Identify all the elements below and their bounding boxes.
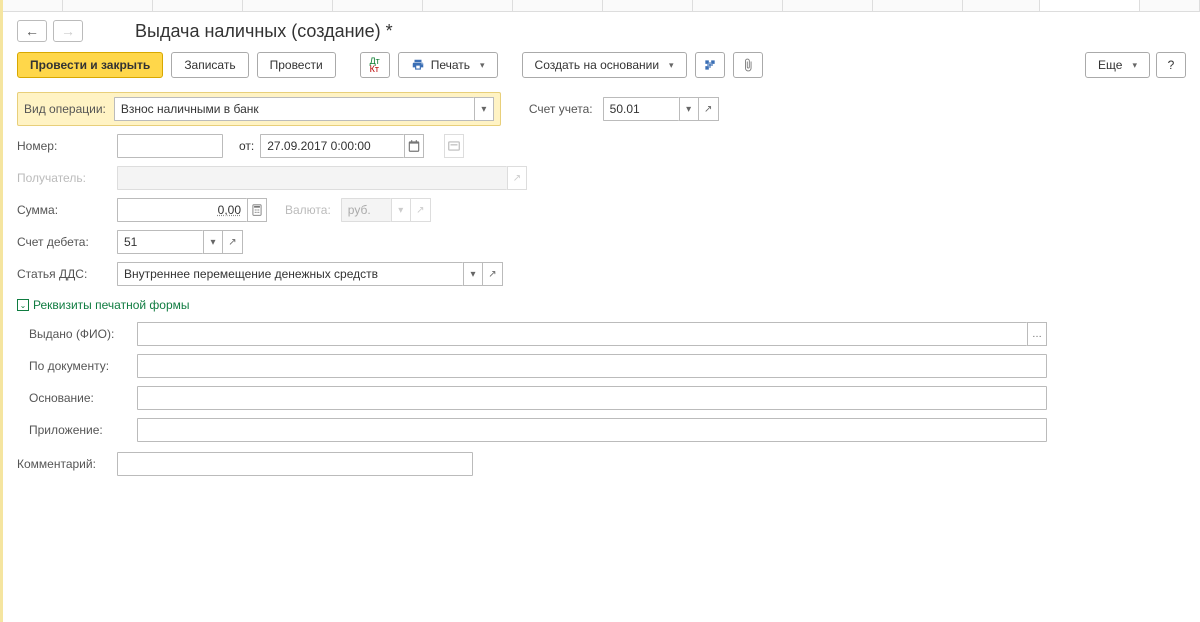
link-icon	[703, 58, 717, 72]
comment-input[interactable]	[117, 452, 473, 476]
sum-calc-button[interactable]	[247, 198, 267, 222]
op-type-dropdown[interactable]: ▾	[474, 97, 494, 121]
comment-label: Комментарий:	[17, 457, 111, 471]
by-document-label: По документу:	[29, 359, 131, 373]
page-title: Выдача наличных (создание) *	[135, 21, 393, 42]
dt-kt-button[interactable]: ДтКт	[360, 52, 390, 78]
printer-icon	[411, 58, 425, 72]
from-label: от:	[239, 139, 254, 153]
paperclip-icon	[741, 58, 755, 72]
currency-input: руб.	[341, 198, 391, 222]
dds-label: Статья ДДС:	[17, 267, 111, 281]
nav-forward-button: →	[53, 20, 83, 42]
nav-back-button[interactable]: ←	[17, 20, 47, 42]
date-picker-button[interactable]	[404, 134, 424, 158]
op-type-label: Вид операции:	[24, 102, 110, 116]
help-button[interactable]: ?	[1156, 52, 1186, 78]
sum-label: Сумма:	[17, 203, 111, 217]
dds-open[interactable]: ↗	[483, 262, 503, 286]
recipient-input	[117, 166, 507, 190]
print-button[interactable]: Печать	[398, 52, 498, 78]
dds-input[interactable]: Внутреннее перемещение денежных средств	[117, 262, 463, 286]
basis-input[interactable]	[137, 386, 1047, 410]
print-requisites-toggle[interactable]: ⌄ Реквизиты печатной формы	[17, 294, 190, 316]
debit-acc-input[interactable]: 51	[117, 230, 203, 254]
basis-label: Основание:	[29, 391, 131, 405]
account-dropdown[interactable]: ▾	[679, 97, 699, 121]
attachment-input[interactable]	[137, 418, 1047, 442]
currency-label: Валюта:	[285, 203, 335, 217]
op-type-input[interactable]: Взнос наличными в банк	[114, 97, 474, 121]
by-document-input[interactable]	[137, 354, 1047, 378]
attach-button[interactable]	[733, 52, 763, 78]
create-based-on-button[interactable]: Создать на основании	[522, 52, 687, 78]
currency-open: ↗	[411, 198, 431, 222]
card-icon	[447, 139, 461, 153]
debit-acc-label: Счет дебета:	[17, 235, 111, 249]
issued-to-input[interactable]	[137, 322, 1027, 346]
date-extra-button[interactable]	[444, 134, 464, 158]
post-and-close-button[interactable]: Провести и закрыть	[17, 52, 163, 78]
sum-input[interactable]: 0,00	[117, 198, 247, 222]
number-label: Номер:	[17, 139, 111, 153]
save-button[interactable]: Записать	[171, 52, 248, 78]
issued-to-label: Выдано (ФИО):	[29, 327, 131, 341]
recipient-label: Получатель:	[17, 171, 111, 185]
debit-acc-open[interactable]: ↗	[223, 230, 243, 254]
recipient-open: ↗	[507, 166, 527, 190]
date-input[interactable]: 27.09.2017 0:00:00	[260, 134, 404, 158]
post-button[interactable]: Провести	[257, 52, 336, 78]
account-label: Счет учета:	[529, 102, 597, 116]
tab-strip	[3, 0, 1200, 12]
chevron-down-icon: ⌄	[17, 299, 29, 311]
dds-dropdown[interactable]: ▾	[463, 262, 483, 286]
calculator-icon	[250, 203, 264, 217]
account-open[interactable]: ↗	[699, 97, 719, 121]
debit-acc-dropdown[interactable]: ▾	[203, 230, 223, 254]
number-input[interactable]	[117, 134, 223, 158]
account-input[interactable]: 50.01	[603, 97, 679, 121]
currency-dropdown: ▾	[391, 198, 411, 222]
issued-to-picker[interactable]: …	[1027, 322, 1047, 346]
attachment-label: Приложение:	[29, 423, 131, 437]
structure-button[interactable]	[695, 52, 725, 78]
calendar-icon	[407, 139, 421, 153]
more-button[interactable]: Еще	[1085, 52, 1150, 78]
